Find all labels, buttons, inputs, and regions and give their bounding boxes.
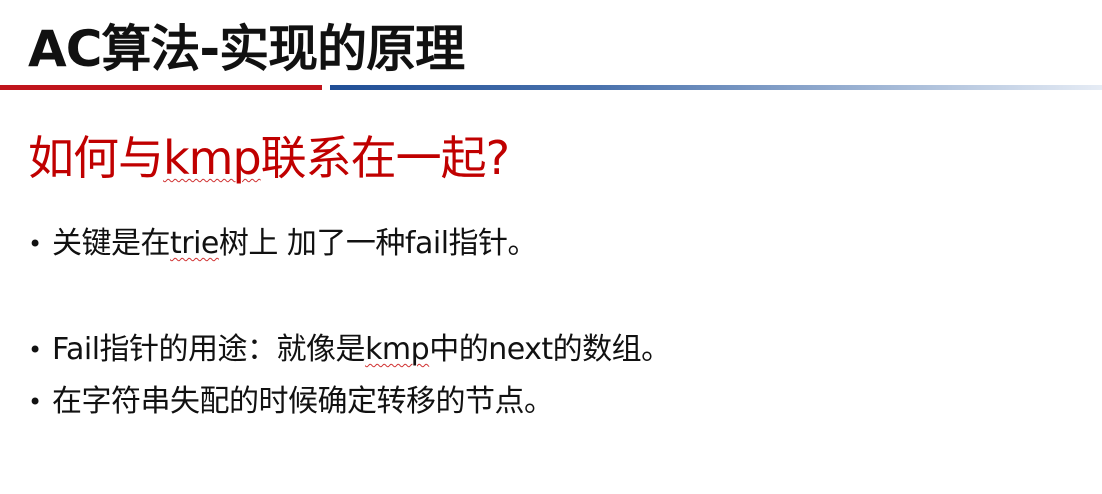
bullet-item: • Fail指针的用途：就像是 kmp 中的next的数组。: [28, 328, 671, 372]
bullet-marked-term: trie: [170, 226, 219, 261]
title-rule-red: [0, 85, 322, 90]
bullet-text-post: 中的next的数组。: [429, 332, 671, 367]
title-rule-blue: [330, 85, 1102, 90]
subtitle-text-post: 联系在一起?: [260, 131, 510, 185]
bullet-text-pre: Fail指针的用途：就像是: [52, 332, 366, 367]
bullet-text-pre: 关键是在: [52, 226, 171, 261]
bullet-text-pre: 在字符串失配的时候确定转移的节点。: [52, 384, 554, 419]
bullet-list: • 关键是在 trie 树上 加了一种fail指针。 • Fail指针的用途：就像是…: [28, 222, 671, 424]
subtitle-kmp-term: kmp: [163, 131, 262, 185]
bullet-dot-icon: •: [28, 336, 42, 364]
slide-subtitle: 如何与kmp联系在一起?: [28, 128, 510, 188]
bullet-text-post: 树上 加了一种fail指针。: [218, 226, 538, 261]
bullet-item: • 在字符串失配的时候确定转移的节点。: [28, 380, 671, 424]
bullet-item: • 关键是在 trie 树上 加了一种fail指针。: [28, 222, 671, 266]
slide-title: AC算法-实现的原理: [28, 20, 465, 78]
bullet-dot-icon: •: [28, 230, 42, 258]
bullet-spacer: [28, 266, 671, 328]
bullet-marked-term: kmp: [365, 332, 430, 367]
subtitle-text-pre: 如何与: [28, 131, 164, 185]
bullet-dot-icon: •: [28, 388, 42, 416]
